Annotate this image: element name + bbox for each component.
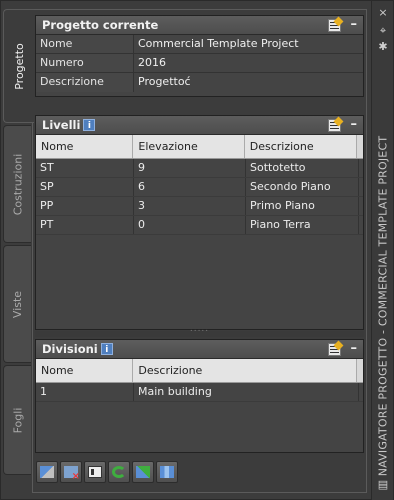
table-row[interactable]: 1 Main building — [36, 383, 363, 402]
palette-menu-icon[interactable]: ▤ — [376, 479, 390, 491]
refresh-button[interactable] — [108, 461, 130, 483]
edit-levels-icon[interactable] — [328, 119, 341, 132]
property-key: Nome — [36, 35, 134, 53]
project-icon — [40, 466, 54, 478]
divisions-table-header: Nome Descrizione — [36, 359, 364, 383]
property-key: Numero — [36, 54, 134, 72]
repath-button[interactable] — [132, 461, 154, 483]
tab-fogli[interactable]: Fogli — [3, 365, 31, 475]
section-title: Divisioni — [42, 342, 98, 356]
levels-table-header: Nome Elevazione Descrizione — [36, 135, 363, 159]
project-list-icon — [88, 466, 102, 478]
current-project-header: Progetto corrente – — [36, 16, 363, 35]
tab-progetto[interactable]: Progetto — [3, 9, 34, 123]
section-title: Progetto corrente — [42, 18, 159, 32]
minimize-icon[interactable]: – — [351, 342, 358, 355]
vertical-tab-strip: Progetto Costruzioni Viste Fogli — [1, 5, 34, 497]
project-number-value[interactable]: 2016 — [134, 54, 363, 72]
divisions-header: Divisioni i – — [36, 340, 363, 359]
edit-divisions-icon[interactable] — [328, 343, 341, 356]
close-project-button[interactable] — [60, 461, 82, 483]
minimize-icon[interactable]: – — [351, 18, 358, 31]
level-name: PP — [36, 197, 134, 215]
level-elevation: 3 — [134, 197, 246, 215]
section-splitter[interactable] — [35, 331, 364, 337]
current-project-section: Progetto corrente – Nome Commercial Temp… — [35, 15, 364, 97]
level-elevation: 9 — [134, 159, 246, 177]
column-header-description[interactable]: Descrizione — [133, 359, 358, 382]
synchronize-icon — [160, 466, 174, 478]
level-description: Piano Terra — [246, 216, 359, 234]
synchronize-button[interactable] — [156, 461, 178, 483]
level-elevation: 0 — [134, 216, 246, 234]
column-header-name[interactable]: Nome — [36, 359, 134, 382]
level-name: SP — [36, 178, 134, 196]
table-row[interactable]: ST 9 Sottotetto — [36, 159, 363, 178]
minimize-icon[interactable]: – — [351, 118, 358, 131]
info-icon[interactable]: i — [100, 343, 113, 355]
edit-project-icon[interactable] — [328, 19, 341, 32]
levels-header: Livelli i – — [36, 116, 363, 135]
project-description-value[interactable]: Progettoć — [134, 73, 363, 92]
tab-label: Fogli — [10, 407, 24, 433]
tab-viste[interactable]: Viste — [3, 245, 31, 363]
levels-section: Livelli i – Nome Elevazione Descrizione … — [35, 115, 364, 330]
info-icon[interactable]: i — [83, 119, 96, 131]
project-name-value[interactable]: Commercial Template Project — [134, 35, 363, 53]
level-name: ST — [36, 159, 134, 177]
project-navigator-palette: Progetto Costruzioni Viste Fogli × ⌖ ✱ N… — [0, 0, 394, 500]
section-title: Livelli — [42, 118, 81, 132]
column-header-elevation[interactable]: Elevazione — [133, 135, 245, 158]
division-description: Main building — [134, 383, 359, 401]
property-row[interactable]: Descrizione Progettoć — [36, 73, 363, 92]
scrollbar[interactable] — [357, 135, 363, 158]
divisions-section: Divisioni i – Nome Descrizione 1 Main bu… — [35, 339, 364, 453]
table-row[interactable]: SP 6 Secondo Piano — [36, 178, 363, 197]
division-name: 1 — [36, 383, 134, 401]
palette-title-bar[interactable]: × ⌖ ✱ NAVIGATORE PROGETTO - COMMERCIAL T… — [371, 1, 393, 500]
table-row[interactable]: PP 3 Primo Piano — [36, 197, 363, 216]
tab-costruzioni[interactable]: Costruzioni — [3, 125, 31, 243]
property-row[interactable]: Nome Commercial Template Project — [36, 35, 363, 54]
project-browser-button[interactable] — [36, 461, 58, 483]
bottom-toolbar — [36, 461, 178, 485]
project-list-button[interactable] — [84, 461, 106, 483]
column-header-name[interactable]: Nome — [36, 135, 134, 158]
palette-title-text: NAVIGATORE PROGETTO - COMMERCIAL TEMPLAT… — [376, 135, 390, 477]
tab-label: Viste — [11, 290, 24, 318]
pin-icon[interactable]: ⌖ — [376, 25, 390, 37]
scrollbar[interactable] — [357, 359, 364, 382]
repath-icon — [136, 466, 150, 478]
project-tab-content: Progetto corrente – Nome Commercial Temp… — [32, 9, 367, 493]
level-description: Secondo Piano — [246, 178, 359, 196]
column-header-description[interactable]: Descrizione — [245, 135, 358, 158]
close-icon[interactable]: × — [376, 7, 390, 19]
close-project-icon — [64, 466, 80, 482]
level-description: Primo Piano — [246, 197, 359, 215]
refresh-icon — [112, 466, 126, 478]
level-description: Sottotetto — [246, 159, 359, 177]
table-row[interactable]: PT 0 Piano Terra — [36, 216, 363, 235]
tab-label: Costruzioni — [11, 153, 25, 215]
level-elevation: 6 — [134, 178, 246, 196]
property-key: Descrizione — [36, 73, 134, 92]
property-row[interactable]: Numero 2016 — [36, 54, 363, 73]
level-name: PT — [36, 216, 134, 234]
palette-title: NAVIGATORE PROGETTO - COMMERCIAL TEMPLAT… — [375, 136, 391, 477]
properties-icon[interactable]: ✱ — [376, 41, 390, 53]
tab-label: Progetto — [12, 42, 26, 90]
